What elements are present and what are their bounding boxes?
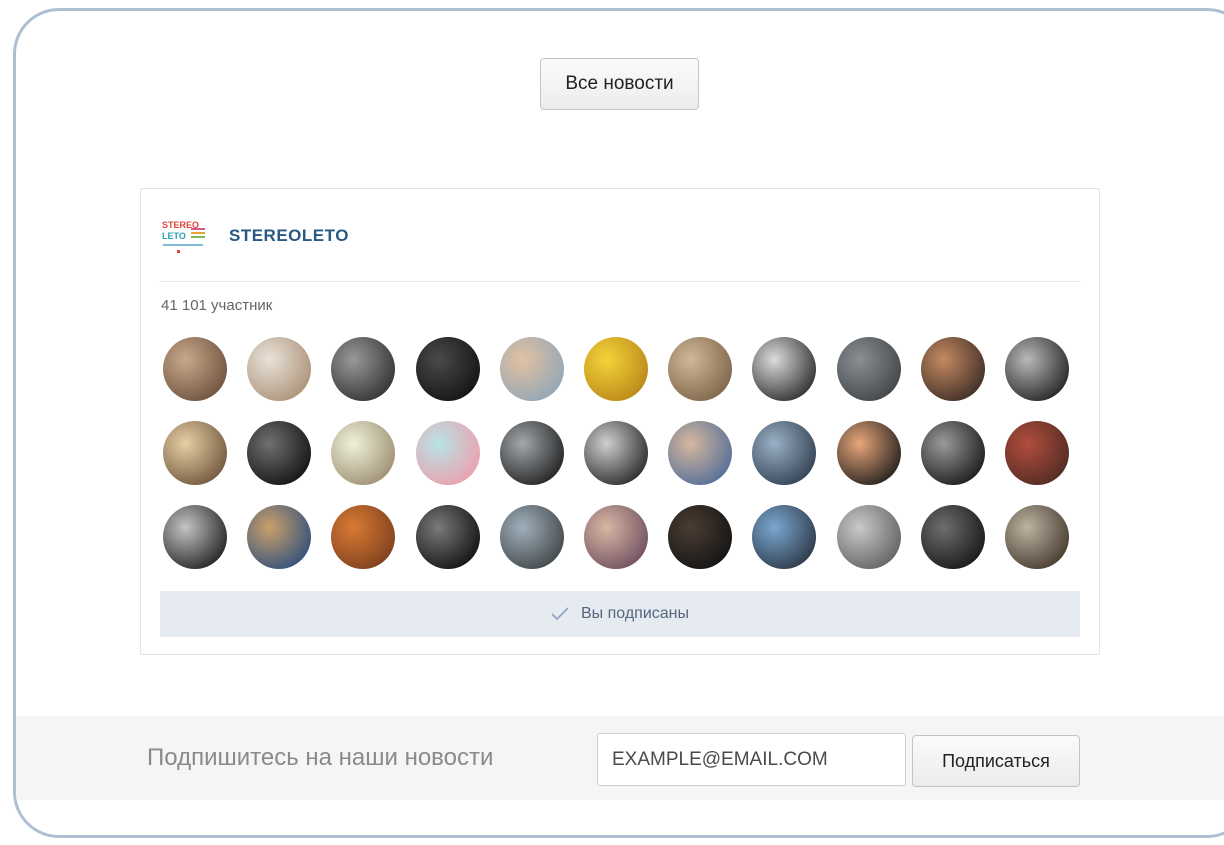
vk-group-widget: STEREO LETO STEREOLETO 41 101 участник В… (140, 188, 1100, 655)
member-avatar[interactable] (583, 337, 648, 401)
member-avatar[interactable] (415, 421, 480, 485)
member-avatar[interactable] (752, 337, 817, 401)
email-input[interactable] (597, 733, 906, 786)
newsletter-footer: Подпишитесь на наши новости Подписаться (16, 716, 1224, 800)
member-avatar[interactable] (331, 337, 396, 401)
members-count[interactable]: 41 101 участник (161, 297, 272, 314)
member-avatar[interactable] (583, 505, 648, 569)
logo-text-bottom: LETO (162, 231, 186, 241)
widget-header: STEREO LETO STEREOLETO (159, 209, 1081, 282)
avatar-grid (163, 337, 1081, 569)
member-avatar[interactable] (163, 421, 227, 485)
member-avatar[interactable] (920, 505, 985, 569)
member-avatar[interactable] (668, 505, 733, 569)
member-avatar[interactable] (163, 505, 227, 569)
subscribed-button[interactable]: Вы подписаны (160, 591, 1080, 637)
member-avatar[interactable] (836, 505, 901, 569)
member-avatar[interactable] (247, 337, 312, 401)
subscribed-label: Вы подписаны (581, 605, 689, 622)
member-avatar[interactable] (752, 505, 817, 569)
member-avatar[interactable] (836, 421, 901, 485)
group-name-link[interactable]: STEREOLETO (229, 226, 349, 246)
member-avatar[interactable] (247, 505, 312, 569)
member-avatar[interactable] (415, 337, 480, 401)
member-avatar[interactable] (752, 421, 817, 485)
subscribe-button[interactable]: Подписаться (912, 735, 1080, 787)
member-avatar[interactable] (415, 505, 480, 569)
page-frame: Все новости STEREO LETO STEREOLETO 41 10… (13, 8, 1224, 838)
member-avatar[interactable] (163, 337, 227, 401)
member-avatar[interactable] (1004, 421, 1069, 485)
member-avatar[interactable] (836, 337, 901, 401)
all-news-button[interactable]: Все новости (540, 58, 699, 110)
check-icon (551, 607, 569, 621)
member-avatar[interactable] (668, 337, 733, 401)
member-avatar[interactable] (668, 421, 733, 485)
member-avatar[interactable] (331, 421, 396, 485)
member-avatar[interactable] (920, 337, 985, 401)
member-avatar[interactable] (1004, 505, 1069, 569)
newsletter-label: Подпишитесь на наши новости (147, 744, 494, 771)
member-avatar[interactable] (331, 505, 396, 569)
member-avatar[interactable] (499, 337, 564, 401)
member-avatar[interactable] (920, 421, 985, 485)
member-avatar[interactable] (583, 421, 648, 485)
member-avatar[interactable] (499, 421, 564, 485)
member-avatar[interactable] (499, 505, 564, 569)
stereoleto-logo[interactable]: STEREO LETO (161, 215, 213, 259)
member-avatar[interactable] (1004, 337, 1069, 401)
member-avatar[interactable] (247, 421, 312, 485)
